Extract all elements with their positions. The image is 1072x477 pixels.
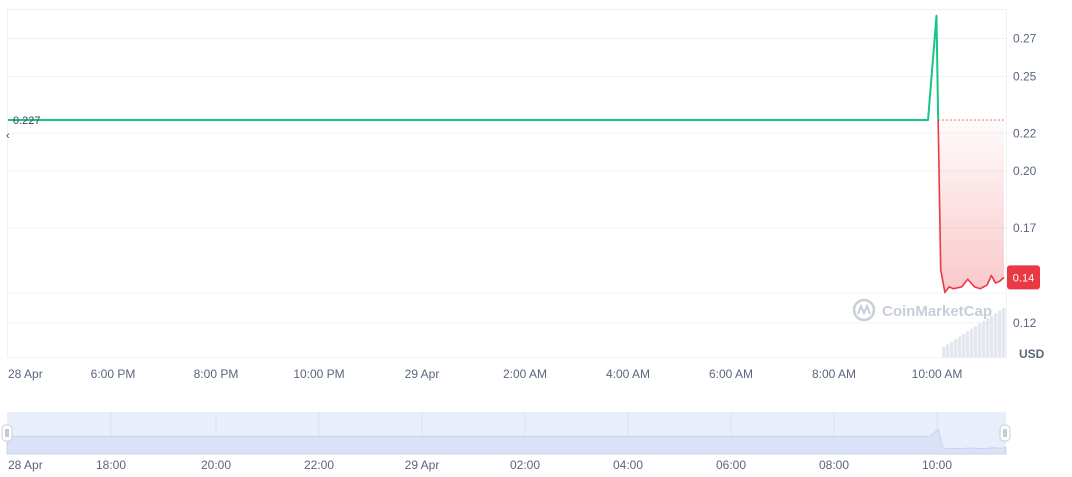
volume-bar (990, 315, 994, 357)
y-tick-label: 0.12 (1013, 316, 1037, 330)
price-series (8, 14, 1005, 294)
volume-bar (942, 347, 946, 357)
volume-bar (982, 321, 986, 357)
navigator-right-handle[interactable] (999, 424, 1011, 442)
current-price-label: 0.14 (1013, 272, 1034, 284)
price-chart: CoinMarketCap ‹ 0.227 0.27 0.25 0.22 0.20 0.… (1, 9, 1045, 472)
x-tick-label: 28 Apr (8, 367, 43, 381)
volume-bar (950, 341, 954, 357)
x-tick-label: 29 Apr (405, 367, 440, 381)
navigator-tick-label: 28 Apr (8, 458, 43, 472)
x-tick-label: 8:00 AM (812, 367, 856, 381)
range-navigator[interactable] (1, 412, 1011, 455)
drawdown-area (938, 119, 1004, 293)
volume-bar (1002, 308, 1006, 357)
currency-unit: USD (1019, 347, 1045, 361)
y-tick-label: 0.22 (1013, 126, 1037, 140)
volume-bar (954, 339, 958, 357)
series-line-up (8, 14, 940, 121)
grid-lines (8, 37, 1006, 324)
navigator-tick-label: 08:00 (819, 458, 849, 472)
open-price-caret: ‹ (6, 130, 10, 142)
navigator-tick-label: 04:00 (613, 458, 643, 472)
volume-bar (966, 331, 970, 357)
y-tick-label: 0.20 (1013, 164, 1037, 178)
volume-bar (974, 326, 978, 357)
x-tick-label: 10:00 AM (912, 367, 963, 381)
volume-bar (994, 313, 998, 357)
x-tick-label: 6:00 PM (91, 367, 136, 381)
y-tick-label: 0.27 (1013, 31, 1037, 45)
navigator-tick-label: 02:00 (510, 458, 540, 472)
navigator-tick-label: 10:00 (922, 458, 952, 472)
navigator-left-handle[interactable] (1, 424, 13, 442)
navigator-tick-label: 06:00 (716, 458, 746, 472)
navigator-tick-label: 20:00 (201, 458, 231, 472)
navigator-tick-label: 29 Apr (405, 458, 440, 472)
x-tick-label: 8:00 PM (194, 367, 239, 381)
volume-bar (946, 344, 950, 357)
drawdown-area-fill (938, 119, 1004, 293)
volume-bar (962, 334, 966, 357)
plot-frame (7, 9, 1007, 358)
y-tick-label: 0.25 (1013, 69, 1037, 83)
volume-bar (978, 323, 982, 357)
navigator-tick-label: 18:00 (96, 458, 126, 472)
x-tick-label: 4:00 AM (606, 367, 650, 381)
x-axis-ticks: 28 Apr 6:00 PM 8:00 PM 10:00 PM 29 Apr 2:00 A… (8, 367, 962, 381)
navigator-ticks: 28 Apr 18:00 20:00 22:00 29 Apr 02:00 04:00 06:… (8, 458, 952, 472)
coinmarketcap-watermark: CoinMarketCap (852, 298, 992, 322)
volume-bar (986, 318, 990, 357)
navigator-tick-label: 22:00 (304, 458, 334, 472)
coinmarketcap-logo-icon (852, 298, 876, 322)
open-price-label: 0.227 (13, 115, 41, 127)
current-price-badge: 0.14 (1007, 265, 1040, 290)
x-tick-label: 6:00 AM (709, 367, 753, 381)
watermark-text: CoinMarketCap (882, 303, 992, 320)
volume-bar (970, 328, 974, 357)
y-tick-label: 0.17 (1013, 221, 1037, 235)
volume-bar (958, 336, 962, 357)
x-tick-label: 2:00 AM (503, 367, 547, 381)
x-tick-label: 10:00 PM (293, 367, 344, 381)
volume-bar (998, 310, 1002, 357)
